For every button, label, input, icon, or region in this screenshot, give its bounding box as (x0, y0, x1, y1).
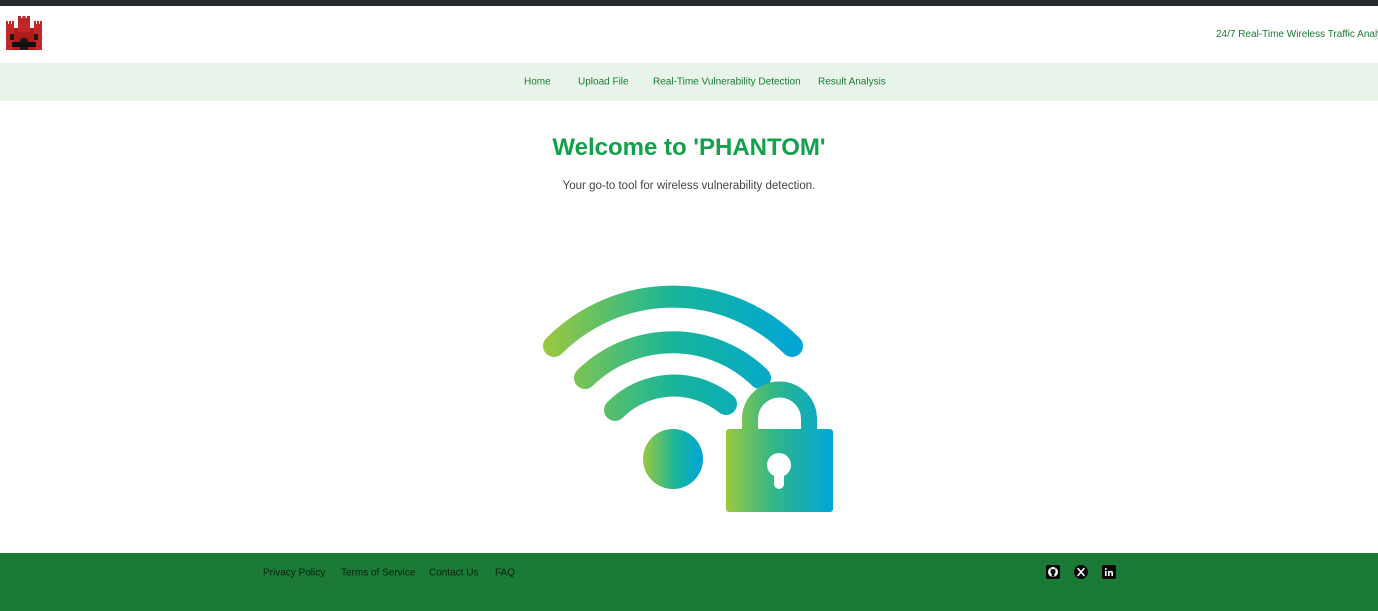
nav-home[interactable]: Home (524, 77, 551, 88)
phantom-castle-logo-icon[interactable] (6, 16, 42, 52)
header: 24/7 Real-Time Wireless Traffic Analysis (0, 6, 1378, 63)
nav-real-time-vulnerability-detection[interactable]: Real-Time Vulnerability Detection (653, 77, 801, 88)
ticker-text: 24/7 Real-Time Wireless Traffic Analysis (1216, 29, 1378, 40)
main-nav: Home Upload File Real-Time Vulnerability… (0, 63, 1378, 101)
page-title: Welcome to 'PHANTOM' (552, 134, 826, 161)
footer: Privacy Policy Terms of Service Contact … (0, 553, 1378, 611)
footer-faq[interactable]: FAQ (495, 568, 515, 579)
nav-result-analysis[interactable]: Result Analysis (818, 77, 886, 88)
page-subtitle: Your go-to tool for wireless vulnerabili… (562, 180, 816, 192)
footer-privacy-policy[interactable]: Privacy Policy (263, 568, 325, 579)
wifi-lock-icon (540, 280, 836, 516)
footer-terms-of-service[interactable]: Terms of Service (341, 568, 415, 579)
github-icon[interactable] (1046, 565, 1060, 579)
x-twitter-icon[interactable] (1074, 565, 1088, 579)
footer-contact-us[interactable]: Contact Us (429, 568, 478, 579)
linkedin-icon[interactable] (1102, 565, 1116, 579)
nav-upload-file[interactable]: Upload File (578, 77, 629, 88)
